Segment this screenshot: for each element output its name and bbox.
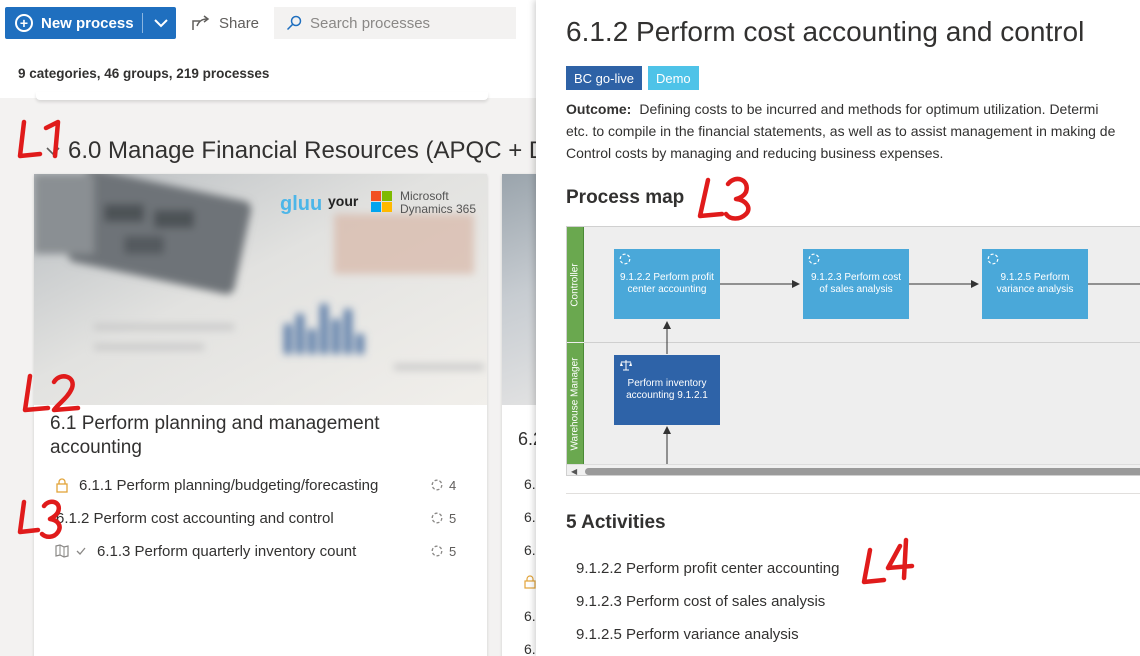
share-button[interactable]: Share bbox=[192, 7, 259, 39]
button-separator bbox=[142, 13, 143, 33]
process-map[interactable]: Controller Warehouse Manager 9.1.2.2 Per… bbox=[566, 226, 1140, 476]
group-card-image bbox=[502, 174, 540, 405]
activity-item[interactable]: 9.1.2.2 Perform profit center accounting bbox=[576, 560, 839, 577]
group-card-image: gluu your Microsoft Dynamics 365 bbox=[34, 174, 487, 405]
tag-badge[interactable]: BC go-live bbox=[566, 66, 642, 90]
process-label[interactable]: 6.1.2 Perform cost accounting and contro… bbox=[56, 510, 334, 527]
category-header[interactable]: 6.0 Manage Financial Resources (APQC + D bbox=[44, 137, 540, 165]
process-row[interactable]: 6.1.3 Perform quarterly inventory count … bbox=[34, 536, 487, 566]
group-card[interactable]: 6.2 6. 6. 6. 6. 6. bbox=[502, 174, 540, 656]
group-card[interactable]: gluu your Microsoft Dynamics 365 6.1 Per… bbox=[34, 174, 487, 656]
map-activity[interactable]: 9.1.2.2 Perform profit center accounting bbox=[614, 249, 720, 319]
process-row[interactable]: 6. bbox=[524, 608, 536, 624]
activities-heading: 5 Activities bbox=[566, 512, 666, 533]
process-row[interactable]: 6. bbox=[524, 542, 536, 558]
process-label[interactable]: 6.1.3 Perform quarterly inventory count bbox=[97, 543, 356, 560]
chevron-down-icon[interactable] bbox=[152, 14, 170, 32]
activity-count: 4 bbox=[431, 478, 456, 493]
finance-photo: gluu your Microsoft Dynamics 365 bbox=[34, 174, 487, 405]
process-map-heading: Process map bbox=[566, 187, 685, 208]
process-row[interactable]: 6.1.1 Perform planning/budgeting/forecas… bbox=[34, 470, 487, 500]
process-row-selected[interactable]: 6.1.2 Perform cost accounting and contro… bbox=[34, 503, 487, 533]
outcome-line: etc. to compile in the financial stateme… bbox=[566, 123, 1116, 139]
chevron-down-icon[interactable] bbox=[44, 142, 62, 160]
group-title[interactable]: 6.1 Perform planning and management acco… bbox=[50, 412, 470, 460]
map-activity[interactable]: Perform inventory accounting 9.1.2.1 bbox=[614, 355, 720, 425]
map-icon bbox=[55, 544, 69, 558]
spinner-icon bbox=[431, 512, 443, 524]
new-process-button[interactable]: + New process bbox=[5, 7, 176, 39]
spinner-icon bbox=[808, 253, 820, 265]
new-process-label: New process bbox=[41, 14, 134, 32]
search-icon bbox=[286, 15, 302, 31]
spinner-icon bbox=[431, 479, 443, 491]
outcome-line: Control costs by managing and reducing b… bbox=[566, 145, 944, 161]
process-detail-pane: 6.1.2 Perform cost accounting and contro… bbox=[536, 0, 1140, 656]
lock-icon bbox=[56, 478, 68, 493]
activity-count-value: 5 bbox=[449, 510, 457, 526]
activity-count-value: 5 bbox=[449, 543, 457, 559]
map-activity[interactable]: 9.1.2.5 Perform variance analysis bbox=[982, 249, 1088, 319]
activity-count: 5 bbox=[431, 544, 456, 559]
process-label[interactable]: 6.1.1 Perform planning/budgeting/forecas… bbox=[79, 477, 378, 494]
map-activity[interactable]: 9.1.2.3 Perform cost of sales analysis bbox=[803, 249, 909, 319]
share-icon bbox=[192, 15, 210, 30]
gluu-logo-text: gluu bbox=[280, 193, 322, 215]
search-input[interactable] bbox=[310, 14, 500, 32]
activity-count-value: 4 bbox=[449, 477, 457, 493]
map-activity-label: Perform inventory accounting 9.1.2.1 bbox=[626, 377, 708, 402]
scroll-left-icon[interactable]: ◀ bbox=[571, 467, 577, 475]
map-activity-label: 9.1.2.5 Perform variance analysis bbox=[996, 271, 1074, 296]
tag-badge[interactable]: Demo bbox=[647, 66, 699, 90]
process-row[interactable]: 6. bbox=[524, 509, 536, 525]
checkmark-icon bbox=[76, 547, 86, 555]
search-box[interactable] bbox=[274, 7, 516, 39]
activity-item[interactable]: 9.1.2.3 Perform cost of sales analysis bbox=[576, 593, 825, 610]
plus-circle-icon: + bbox=[15, 14, 33, 32]
activity-item[interactable]: 9.1.2.5 Perform variance analysis bbox=[576, 626, 799, 643]
lock-icon bbox=[524, 575, 536, 589]
category-title: 6.0 Manage Financial Resources (APQC + D bbox=[68, 137, 540, 164]
outcome-line: Defining costs to be incurred and method… bbox=[639, 101, 1099, 117]
toolbar: + New process Share bbox=[0, 0, 540, 46]
process-row[interactable]: 6. bbox=[524, 476, 536, 492]
scrollbar-thumb[interactable] bbox=[585, 468, 1140, 475]
tag-list: BC go-live Demo bbox=[566, 66, 705, 90]
outcome-label: Outcome: bbox=[566, 101, 632, 117]
section-divider bbox=[566, 493, 1140, 494]
activity-count: 5 bbox=[431, 511, 456, 526]
scale-icon bbox=[620, 360, 632, 371]
process-list-pane: + New process Share 9 categories, 46 gro… bbox=[0, 0, 540, 656]
partner-line2: Dynamics 365 bbox=[400, 202, 476, 216]
catalog-summary: 9 categories, 46 groups, 219 processes bbox=[0, 46, 540, 98]
partner-line1: Microsoft bbox=[400, 189, 449, 203]
outcome-text: Outcome: Defining costs to be incurred an… bbox=[566, 98, 1140, 164]
previous-card-edge bbox=[36, 92, 488, 100]
your-text: your bbox=[328, 193, 359, 209]
spinner-icon bbox=[431, 545, 443, 557]
map-activity-label: 9.1.2.3 Perform cost of sales analysis bbox=[810, 271, 902, 296]
process-row[interactable]: 6. bbox=[524, 641, 536, 656]
spinner-icon bbox=[619, 253, 631, 265]
map-horizontal-scrollbar[interactable]: ◀ bbox=[567, 464, 1140, 475]
spinner-icon bbox=[987, 253, 999, 265]
share-label: Share bbox=[219, 14, 260, 32]
process-title: 6.1.2 Perform cost accounting and contro… bbox=[566, 16, 1085, 47]
map-activity-label: 9.1.2.2 Perform profit center accounting bbox=[620, 271, 714, 296]
